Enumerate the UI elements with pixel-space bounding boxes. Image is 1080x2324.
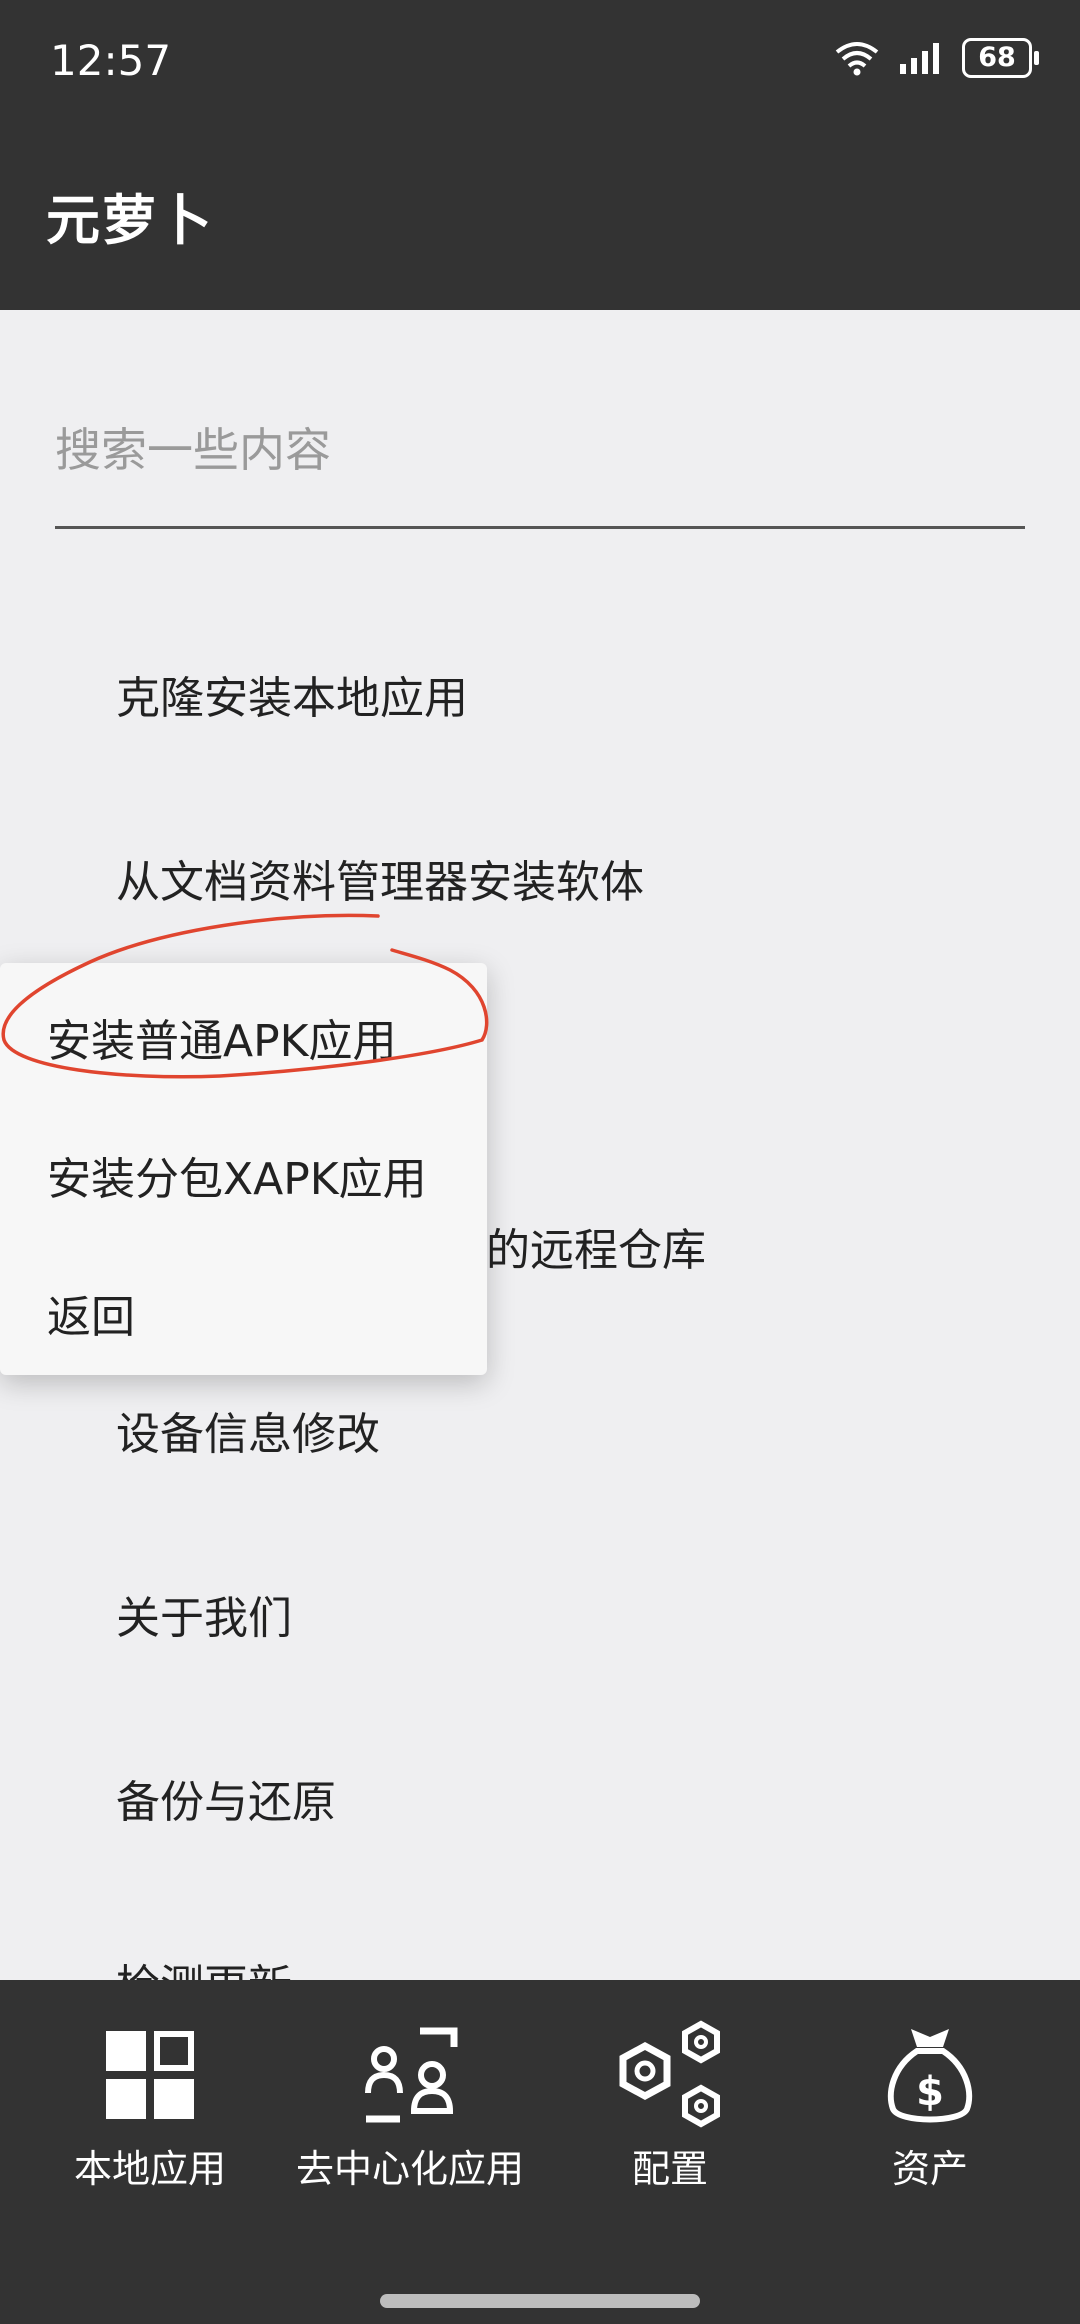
nav-local-apps[interactable]: 本地应用 xyxy=(15,2020,285,2193)
nav-label: 配置 xyxy=(631,2147,708,2191)
search-field[interactable] xyxy=(55,410,1025,529)
menu-item-remote-repository[interactable]: 的远程仓库 xyxy=(486,1214,706,1278)
menu-item-device-info[interactable]: 设备信息修改 xyxy=(116,1398,380,1462)
popup-item-back[interactable]: 返回 xyxy=(47,1281,135,1345)
nav-label: 去中心化应用 xyxy=(295,2147,524,2191)
nav-label: 本地应用 xyxy=(73,2147,226,2191)
signal-icon xyxy=(900,43,939,74)
bottom-navigation: 本地应用 去中心化应用 配置 $ 资产 xyxy=(0,1980,1080,2324)
wifi-icon xyxy=(835,42,879,76)
nav-decentralized-apps[interactable]: 去中心化应用 xyxy=(275,2020,545,2193)
status-icons: 68 xyxy=(834,38,1039,78)
menu-item-backup-restore[interactable]: 备份与还原 xyxy=(116,1766,336,1830)
battery-indicator: 68 xyxy=(962,38,1039,78)
menu-item-clone-install[interactable]: 克隆安装本地应用 xyxy=(116,662,468,726)
grid-icon xyxy=(106,2031,194,2119)
money-bag-icon: $ xyxy=(887,2029,973,2123)
search-input[interactable] xyxy=(55,410,1025,490)
nav-config[interactable]: 配置 xyxy=(535,2020,805,2193)
hexagon-settings-icon xyxy=(619,2020,720,2128)
users-scan-icon xyxy=(365,2027,458,2123)
svg-text:$: $ xyxy=(916,2069,944,2115)
menu-item-about-us[interactable]: 关于我们 xyxy=(116,1582,292,1646)
home-indicator[interactable] xyxy=(380,2294,700,2308)
nav-label: 资产 xyxy=(891,2147,968,2191)
page-title: 元萝卜 xyxy=(46,189,214,252)
status-time: 12:57 xyxy=(50,36,172,85)
red-circle-annotation xyxy=(1,913,489,1079)
nav-assets[interactable]: $ 资产 xyxy=(795,2020,1065,2193)
popup-item-install-xapk[interactable]: 安装分包XAPK应用 xyxy=(47,1143,427,1207)
top-app-bar: 12:57 68 元萝卜 xyxy=(0,0,1080,310)
